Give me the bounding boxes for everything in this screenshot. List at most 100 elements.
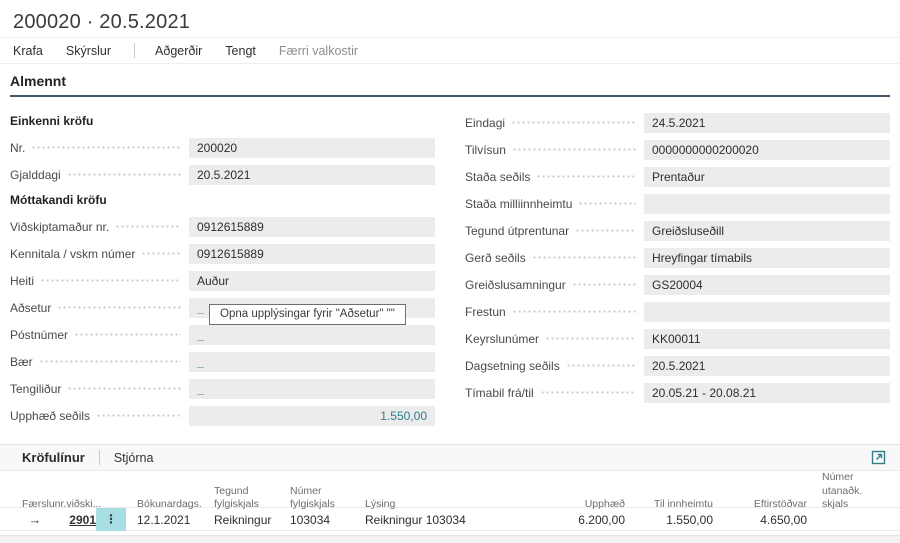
tab-krofulinur[interactable]: Kröfulínur bbox=[22, 450, 85, 465]
group-heading-einkenni-krofu: Einkenni kröfu bbox=[10, 109, 435, 134]
field-value-gjalddagi[interactable]: 20.5.2021 bbox=[189, 165, 435, 185]
field-label-heiti: Heiti bbox=[10, 274, 34, 288]
field-row-stada-sedils: Staða seðils Prentaður bbox=[465, 163, 890, 190]
menu-item-adgerdir[interactable]: Aðgerðir bbox=[155, 44, 202, 58]
field-label-keyrslunumer: Keyrslunúmer bbox=[465, 332, 539, 346]
page-title: 200020 · 20.5.2021 bbox=[13, 11, 900, 34]
menu-item-skyrslur[interactable]: Skýrslur bbox=[66, 44, 111, 58]
field-label-tilvisun: Tilvísun bbox=[465, 143, 506, 157]
dotted-leader bbox=[74, 321, 181, 348]
col-header-external-no[interactable]: Númer utanaðk. skjals bbox=[807, 471, 887, 512]
general-section: Almennt Einkenni kröfu Nr. 200020 Gjaldd… bbox=[10, 72, 890, 429]
field-value-upphaed-sedils[interactable]: 1.550,00 bbox=[189, 406, 435, 426]
general-fields-grid: Einkenni kröfu Nr. 200020 Gjalddagi 20.5… bbox=[10, 97, 890, 429]
field-label-postnumer: Póstnúmer bbox=[10, 328, 68, 342]
dotted-leader bbox=[575, 217, 636, 244]
field-label-timabil: Tímabil frá/til bbox=[465, 386, 534, 400]
field-value-stada-milliinnheimtu[interactable] bbox=[644, 194, 890, 214]
col-header-doc-type[interactable]: Tegund fylgiskjals bbox=[208, 485, 284, 512]
lines-manage-menu[interactable]: Stjórna bbox=[114, 451, 154, 465]
field-value-frestun[interactable] bbox=[644, 302, 890, 322]
menu-item-tengt[interactable]: Tengt bbox=[225, 44, 256, 58]
dotted-leader bbox=[512, 298, 636, 325]
field-value-stada-sedils[interactable]: Prentaður bbox=[644, 167, 890, 187]
col-header-description[interactable]: Lýsing bbox=[360, 498, 560, 512]
field-tooltip: Opna upplýsingar fyrir "Aðsetur" "" bbox=[209, 304, 406, 325]
cell-posting-date[interactable]: 12.1.2021 bbox=[126, 513, 208, 527]
field-value-gerd-sedils[interactable]: Hreyfingar tímabils bbox=[644, 248, 890, 268]
cell-entry-no: 2901 bbox=[48, 513, 96, 527]
entry-no-link[interactable]: 2901 bbox=[69, 513, 96, 527]
field-value-tegund-utprentunar[interactable]: Greiðsluseðill bbox=[644, 221, 890, 241]
general-section-heading[interactable]: Almennt bbox=[10, 72, 890, 97]
field-value-tilvisun[interactable]: 0000000000200020 bbox=[644, 140, 890, 160]
menu-divider bbox=[134, 43, 135, 58]
col-header-entry-no[interactable]: Færslunr.viðski... bbox=[22, 498, 96, 512]
field-row-gjalddagi: Gjalddagi 20.5.2021 bbox=[10, 161, 435, 188]
dotted-leader bbox=[141, 240, 181, 267]
field-label-gerd-sedils: Gerð seðils bbox=[465, 251, 526, 265]
lines-header-row: Færslunr.viðski... Bókunardags. Tegund f… bbox=[0, 471, 900, 508]
field-row-upphaed-sedils: Upphæð seðils 1.550,00 bbox=[10, 402, 435, 429]
field-label-greidslusamningur: Greiðslusamningur bbox=[465, 278, 566, 292]
dotted-leader bbox=[31, 134, 181, 161]
cell-doc-type[interactable]: Reikningur bbox=[208, 513, 284, 527]
current-row-arrow-icon: → bbox=[22, 512, 48, 527]
field-label-stada-milliinnheimtu: Staða milliinnheimtu bbox=[465, 197, 572, 211]
bottom-strip bbox=[0, 535, 900, 543]
field-row-eindagi: Eindagi 24.5.2021 bbox=[465, 109, 890, 136]
col-header-posting-date[interactable]: Bókunardags. bbox=[126, 498, 208, 512]
focus-mode-icon[interactable] bbox=[871, 450, 886, 465]
field-value-baer[interactable]: _ bbox=[189, 352, 435, 372]
row-ellipsis-menu-icon[interactable]: ⋮ bbox=[96, 508, 126, 531]
col-header-doc-no[interactable]: Númer fylgiskjals bbox=[284, 485, 360, 512]
dotted-leader bbox=[67, 375, 181, 402]
cell-amount[interactable]: 6.200,00 bbox=[560, 513, 625, 527]
col-header-amount[interactable]: Upphæð bbox=[560, 498, 625, 512]
field-value-nr[interactable]: 200020 bbox=[189, 138, 435, 158]
cell-remaining[interactable]: 4.650,00 bbox=[713, 513, 807, 527]
field-row-gerd-sedils: Gerð seðils Hreyfingar tímabils bbox=[465, 244, 890, 271]
dotted-leader bbox=[540, 379, 636, 406]
dotted-leader bbox=[536, 163, 636, 190]
tab-divider bbox=[99, 450, 100, 465]
field-value-greidslusamningur[interactable]: GS20004 bbox=[644, 275, 890, 295]
lines-tabbar: Kröfulínur Stjórna bbox=[0, 444, 900, 471]
field-row-postnumer: Póstnúmer _ bbox=[10, 321, 435, 348]
menu-item-krafa[interactable]: Krafa bbox=[13, 44, 43, 58]
dotted-leader bbox=[57, 294, 181, 321]
field-label-gjalddagi: Gjalddagi bbox=[10, 168, 61, 182]
dotted-leader bbox=[532, 244, 636, 271]
col-header-to-collect[interactable]: Til innheimtu bbox=[625, 498, 713, 512]
col-header-remaining[interactable]: Eftirstöðvar bbox=[713, 498, 807, 512]
field-label-upphaed-sedils: Upphæð seðils bbox=[10, 409, 90, 423]
dotted-leader bbox=[545, 325, 636, 352]
dotted-leader bbox=[40, 267, 181, 294]
cell-to-collect[interactable]: 1.550,00 bbox=[625, 513, 713, 527]
cell-doc-no[interactable]: 103034 bbox=[284, 513, 360, 527]
field-label-eindagi: Eindagi bbox=[465, 116, 505, 130]
field-value-dagsetning-sedils[interactable]: 20.5.2021 bbox=[644, 356, 890, 376]
cell-description[interactable]: Reikningur 103034 bbox=[360, 513, 560, 527]
field-row-dagsetning-sedils: Dagsetning seðils 20.5.2021 bbox=[465, 352, 890, 379]
field-label-dagsetning-sedils: Dagsetning seðils bbox=[465, 359, 560, 373]
field-value-vidskiptamadur-nr[interactable]: 0912615889 bbox=[189, 217, 435, 237]
field-value-eindagi[interactable]: 24.5.2021 bbox=[644, 113, 890, 133]
lines-part: Kröfulínur Stjórna Færslunr.viðski... Bó… bbox=[0, 444, 900, 531]
dotted-leader bbox=[67, 161, 181, 188]
field-value-kennitala[interactable]: 0912615889 bbox=[189, 244, 435, 264]
field-value-keyrslunumer[interactable]: KK00011 bbox=[644, 329, 890, 349]
field-value-tengilidur[interactable]: _ bbox=[189, 379, 435, 399]
field-row-heiti: Heiti Auður bbox=[10, 267, 435, 294]
general-right-column: Eindagi 24.5.2021 Tilvísun 0000000000200… bbox=[465, 109, 890, 429]
field-value-heiti[interactable]: Auður bbox=[189, 271, 435, 291]
dotted-leader bbox=[511, 109, 636, 136]
field-label-tengilidur: Tengiliður bbox=[10, 382, 61, 396]
field-row-kennitala: Kennitala / vskm númer 0912615889 bbox=[10, 240, 435, 267]
field-value-postnumer[interactable]: _ bbox=[189, 325, 435, 345]
field-value-timabil[interactable]: 20.05.21 - 20.08.21 bbox=[644, 383, 890, 403]
field-label-kennitala: Kennitala / vskm númer bbox=[10, 247, 135, 261]
field-row-nr: Nr. 200020 bbox=[10, 134, 435, 161]
field-row-keyrslunumer: Keyrslunúmer KK00011 bbox=[465, 325, 890, 352]
menu-item-fewer-options[interactable]: Færri valkostir bbox=[279, 44, 358, 58]
